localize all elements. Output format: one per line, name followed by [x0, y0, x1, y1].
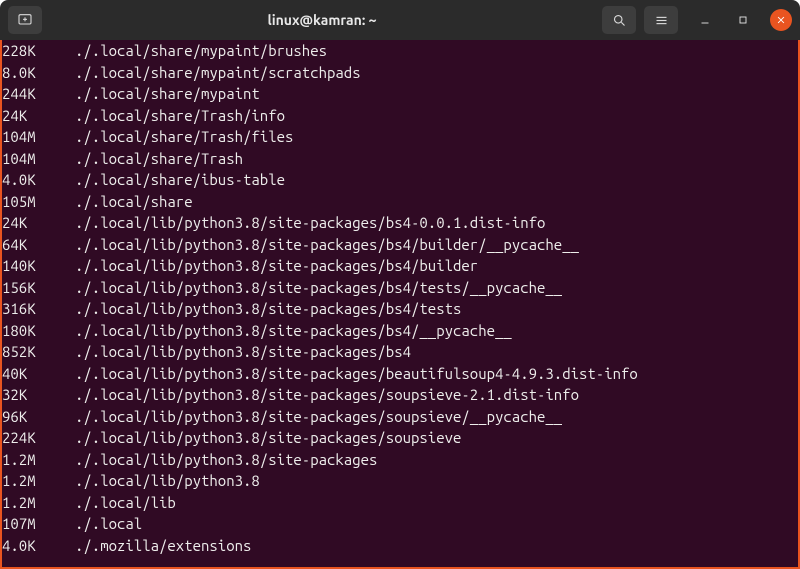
terminal-window: linux@kamran: ~ — [0, 0, 800, 569]
minimize-icon — [699, 14, 711, 26]
output-row: 1.2M./.local/lib/python3.8 — [2, 470, 794, 492]
output-row: 24K./.local/share/Trash/info — [2, 105, 794, 127]
size-cell: 40K — [2, 363, 74, 385]
path-cell: ./.local/share/ibus-table — [74, 169, 285, 191]
path-cell: ./.local/lib/python3.8/site-packages/bs4… — [74, 212, 545, 234]
output-row: 32K./.local/lib/python3.8/site-packages/… — [2, 384, 794, 406]
titlebar-right — [602, 6, 792, 34]
minimize-button[interactable] — [694, 9, 716, 31]
size-cell: 24K — [2, 105, 74, 127]
size-cell: 156K — [2, 277, 74, 299]
output-row: 1.2M./.local/lib/python3.8/site-packages — [2, 449, 794, 471]
path-cell: ./.local/lib/python3.8/site-packages/bea… — [74, 363, 638, 385]
output-row: 140K./.local/lib/python3.8/site-packages… — [2, 255, 794, 277]
size-cell: 4.0K — [2, 535, 74, 557]
output-row: 224K./.local/lib/python3.8/site-packages… — [2, 427, 794, 449]
size-cell: 316K — [2, 298, 74, 320]
path-cell: ./.local/lib/python3.8/site-packages/sou… — [74, 427, 461, 449]
size-cell: 1.2M — [2, 492, 74, 514]
path-cell: ./.local — [74, 513, 142, 535]
hamburger-icon — [654, 13, 669, 28]
size-cell: 228K — [2, 40, 74, 62]
output-row: 4.0K./.mozilla/extensions — [2, 535, 794, 557]
size-cell: 852K — [2, 341, 74, 363]
path-cell: ./.local/lib/python3.8/site-packages/sou… — [74, 384, 579, 406]
output-row: 244K./.local/share/mypaint — [2, 83, 794, 105]
output-row: 96K./.local/lib/python3.8/site-packages/… — [2, 406, 794, 428]
size-cell: 24K — [2, 212, 74, 234]
path-cell: ./.local/lib/python3.8/site-packages/bs4… — [74, 234, 579, 256]
size-cell: 8.0K — [2, 62, 74, 84]
output-row: 852K./.local/lib/python3.8/site-packages… — [2, 341, 794, 363]
output-row: 1.2M./.local/lib — [2, 492, 794, 514]
path-cell: ./.local/share/Trash — [74, 148, 243, 170]
path-cell: ./.local/lib/python3.8/site-packages — [74, 449, 377, 471]
new-tab-button[interactable] — [8, 6, 42, 34]
path-cell: ./.local/lib/python3.8/site-packages/bs4… — [74, 320, 512, 342]
menu-button[interactable] — [644, 6, 678, 34]
output-row: 316K./.local/lib/python3.8/site-packages… — [2, 298, 794, 320]
close-icon — [776, 15, 786, 25]
path-cell: ./.local/lib — [74, 492, 176, 514]
close-button[interactable] — [770, 9, 792, 31]
output-row: 180K./.local/lib/python3.8/site-packages… — [2, 320, 794, 342]
path-cell: ./.local/share/Trash/files — [74, 126, 293, 148]
new-tab-icon — [17, 12, 33, 28]
size-cell: 224K — [2, 427, 74, 449]
path-cell: ./.local/share — [74, 191, 193, 213]
titlebar-left — [8, 6, 42, 34]
size-cell: 105M — [2, 191, 74, 213]
output-row: 104M./.local/share/Trash/files — [2, 126, 794, 148]
maximize-icon — [737, 14, 749, 26]
size-cell: 1.2M — [2, 449, 74, 471]
output-row: 107M./.local — [2, 513, 794, 535]
path-cell: ./.local/lib/python3.8/site-packages/bs4… — [74, 277, 562, 299]
path-cell: ./.local/lib/python3.8/site-packages/bs4… — [74, 255, 478, 277]
output-row: 64K./.local/lib/python3.8/site-packages/… — [2, 234, 794, 256]
maximize-button[interactable] — [732, 9, 754, 31]
size-cell: 244K — [2, 83, 74, 105]
size-cell: 1.2M — [2, 470, 74, 492]
terminal-output: 228K./.local/share/mypaint/brushes8.0K./… — [2, 40, 798, 556]
path-cell: ./.local/share/mypaint — [74, 83, 260, 105]
size-cell: 32K — [2, 384, 74, 406]
search-button[interactable] — [602, 6, 636, 34]
size-cell: 104M — [2, 126, 74, 148]
output-row: 4.0K./.local/share/ibus-table — [2, 169, 794, 191]
output-row: 24K./.local/lib/python3.8/site-packages/… — [2, 212, 794, 234]
path-cell: ./.local/lib/python3.8 — [74, 470, 260, 492]
path-cell: ./.local/lib/python3.8/site-packages/bs4… — [74, 298, 461, 320]
output-row: 228K./.local/share/mypaint/brushes — [2, 40, 794, 62]
output-row: 40K./.local/lib/python3.8/site-packages/… — [2, 363, 794, 385]
output-row: 104M./.local/share/Trash — [2, 148, 794, 170]
titlebar: linux@kamran: ~ — [0, 0, 800, 40]
path-cell: ./.local/share/Trash/info — [74, 105, 285, 127]
size-cell: 180K — [2, 320, 74, 342]
path-cell: ./.local/lib/python3.8/site-packages/sou… — [74, 406, 562, 428]
output-row: 8.0K./.local/share/mypaint/scratchpads — [2, 62, 794, 84]
size-cell: 107M — [2, 513, 74, 535]
path-cell: ./.local/lib/python3.8/site-packages/bs4 — [74, 341, 411, 363]
path-cell: ./.mozilla/extensions — [74, 535, 251, 557]
size-cell: 140K — [2, 255, 74, 277]
search-icon — [612, 13, 627, 28]
size-cell: 104M — [2, 148, 74, 170]
size-cell: 96K — [2, 406, 74, 428]
path-cell: ./.local/share/mypaint/brushes — [74, 40, 327, 62]
path-cell: ./.local/share/mypaint/scratchpads — [74, 62, 361, 84]
window-title: linux@kamran: ~ — [48, 12, 596, 28]
size-cell: 64K — [2, 234, 74, 256]
terminal-area[interactable]: 228K./.local/share/mypaint/brushes8.0K./… — [0, 40, 800, 569]
output-row: 105M./.local/share — [2, 191, 794, 213]
output-row: 156K./.local/lib/python3.8/site-packages… — [2, 277, 794, 299]
size-cell: 4.0K — [2, 169, 74, 191]
